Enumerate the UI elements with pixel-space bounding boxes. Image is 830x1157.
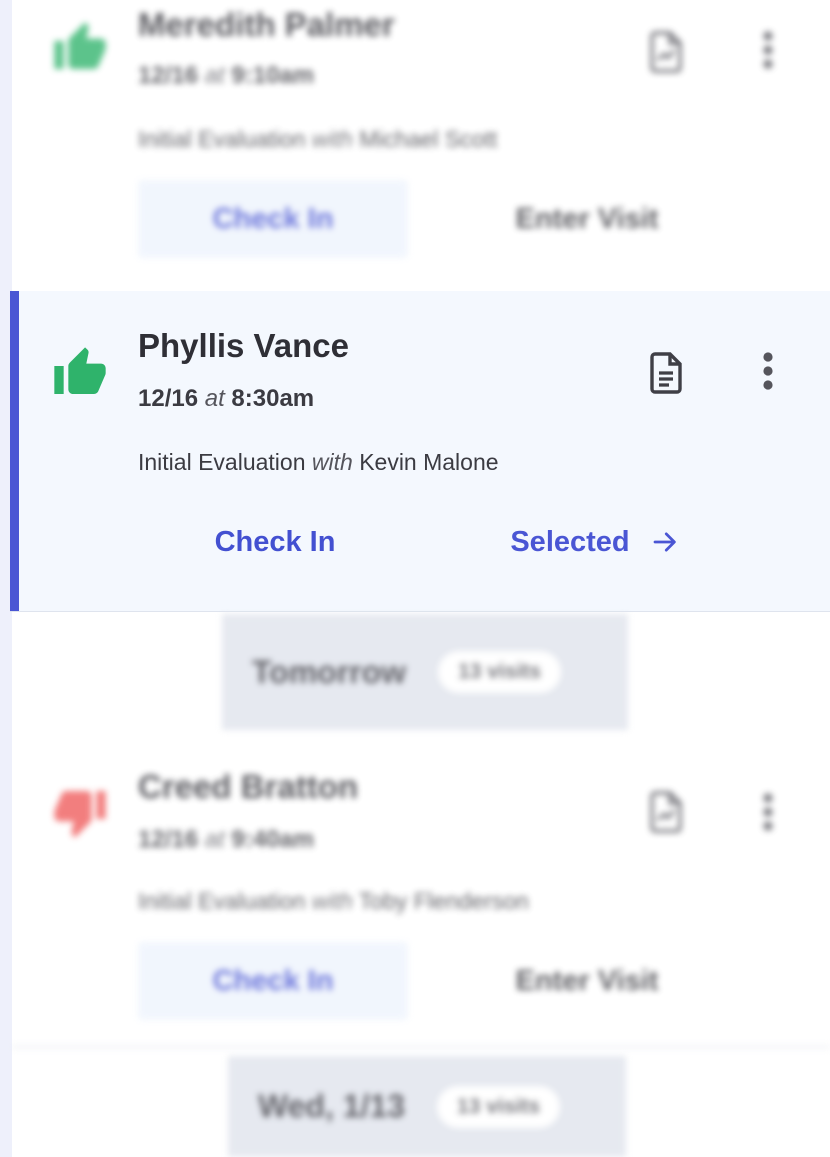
patient-name: Meredith Palmer [138,6,395,43]
more-vertical-icon[interactable] [752,788,784,836]
day-label: Tomorrow [252,653,407,690]
day-header-wed: Wed, 1/13 13 visits [228,1056,626,1157]
document-icon[interactable] [642,349,690,397]
check-in-button[interactable]: Check In [138,180,408,258]
more-vertical-icon[interactable] [752,26,784,74]
appointment-time: 12/16 at 9:10am [138,62,315,89]
day-header-tomorrow: Tomorrow 13 visits [222,614,628,730]
appointment-time: 12/16 at 9:40am [138,826,315,853]
selected-button[interactable]: Selected [450,503,740,581]
arrow-right-icon [653,532,676,552]
enter-visit-button[interactable]: Enter Visit [452,942,722,1020]
visit-description: Initial Evaluation with Kevin Malone [138,449,499,475]
document-icon[interactable] [642,788,690,836]
appointment-card[interactable]: Meredith Palmer 12/16 at 9:10am Initial … [12,0,830,270]
day-label: Wed, 1/13 [258,1088,406,1124]
enter-visit-button[interactable]: Enter Visit [452,180,722,258]
patient-name: Creed Bratton [138,768,359,805]
check-in-button[interactable]: Check In [138,942,408,1020]
visit-description: Initial Evaluation with Michael Scott [138,126,498,152]
thumbs-up-icon [54,347,106,394]
document-icon[interactable] [642,28,690,76]
check-in-button[interactable]: Check In [140,503,410,581]
appointment-card-selected[interactable]: Phyllis Vance 12/16 at 8:30am Initial Ev… [10,291,830,612]
thumbs-down-icon [54,791,106,838]
appointment-time: 12/16 at 8:30am [138,385,315,412]
thumbs-up-icon [54,22,106,69]
selection-indicator [10,291,19,611]
more-vertical-icon[interactable] [752,347,784,395]
visit-count-badge: 13 visits [438,651,561,693]
visit-count-badge: 13 visits [437,1085,560,1128]
patient-name: Phyllis Vance [138,327,349,364]
visit-description: Initial Evaluation with Toby Flenderson [138,888,529,914]
section-divider [12,1046,830,1048]
selected-label: Selected [510,525,630,558]
appointment-card[interactable]: Creed Bratton 12/16 at 9:40am Initial Ev… [12,756,830,1036]
